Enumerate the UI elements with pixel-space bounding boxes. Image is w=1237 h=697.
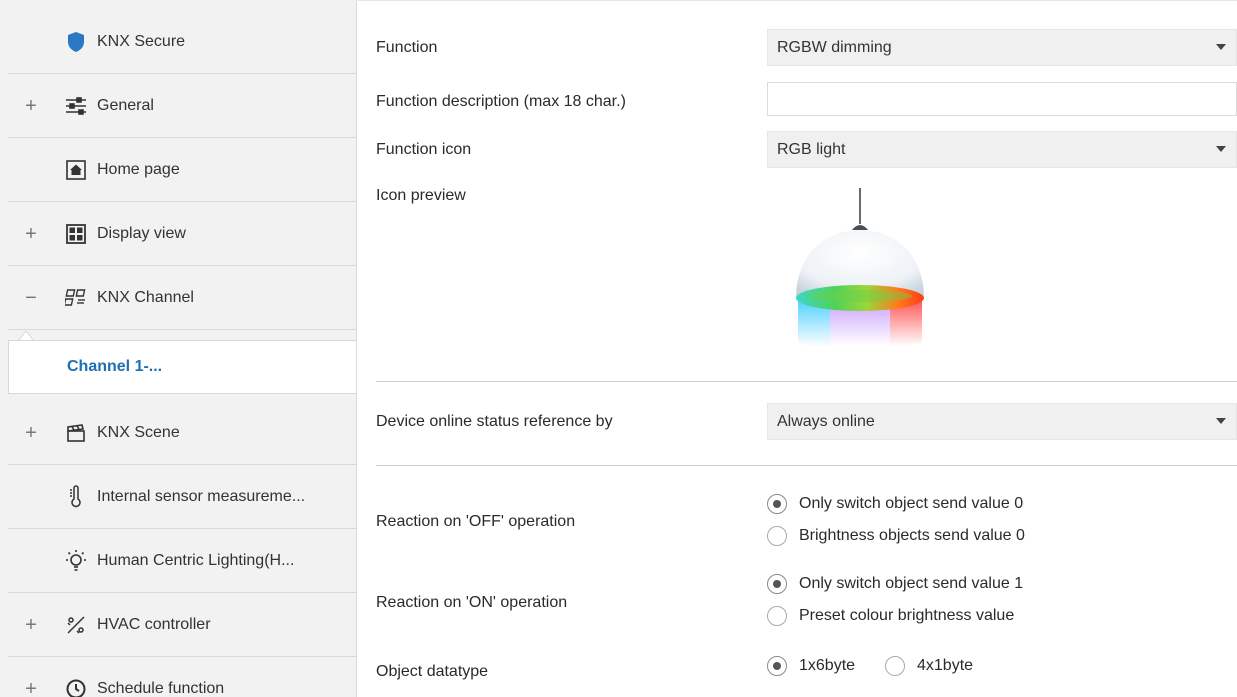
option-label: 1x6byte	[799, 657, 856, 674]
dropdown-arrow-icon	[1216, 44, 1226, 50]
function-label: Function	[376, 39, 438, 56]
option-label: Brightness objects send value 0	[799, 527, 1025, 544]
object-datatype-option-2[interactable]: 4x1byte	[885, 656, 973, 676]
sliders-icon	[63, 93, 89, 119]
reaction-on-option-2[interactable]: Preset colour brightness value	[767, 606, 1014, 626]
option-label: Only switch object send value 1	[799, 575, 1024, 592]
function-icon-value: RGB light	[777, 140, 846, 158]
collapse-icon[interactable]: −	[22, 288, 40, 308]
online-status-value: Always online	[777, 412, 875, 430]
parameter-panel: Function RGBW dimming Function descripti…	[358, 0, 1237, 697]
shield-icon	[63, 29, 89, 55]
hvac-icon	[63, 612, 89, 638]
function-icon-label: Function icon	[376, 141, 472, 158]
option-label: Only switch object send value 0	[799, 495, 1024, 512]
icon-preview-label: Icon preview	[376, 187, 466, 204]
clapperboard-icon	[63, 420, 89, 446]
sidebar-item-label: Human Centric Lighting(H...	[97, 551, 295, 569]
expand-icon[interactable]: +	[22, 423, 40, 443]
sidebar-item-label: HVAC controller	[97, 615, 211, 633]
channel-icon	[63, 285, 89, 311]
sidebar-item-label: Home page	[97, 160, 180, 178]
section-divider	[376, 381, 1237, 382]
sidebar-item-general[interactable]: + General	[8, 74, 356, 138]
function-value: RGBW dimming	[777, 38, 892, 56]
sidebar-item-label: Schedule function	[97, 679, 225, 697]
sidebar-item-channel-1[interactable]: Channel 1-...	[8, 340, 356, 394]
sidebar: KNX Secure + General Home page + Display…	[0, 0, 357, 697]
online-status-label: Device online status reference by	[376, 413, 613, 430]
sidebar-item-label: General	[97, 96, 154, 114]
sidebar-item-label: KNX Channel	[97, 288, 194, 306]
sidebar-item-label: KNX Secure	[97, 32, 186, 50]
reaction-off-label: Reaction on 'OFF' operation	[376, 513, 576, 530]
reaction-off-option-1[interactable]: Only switch object send value 0	[767, 494, 1023, 514]
option-label: Preset colour brightness value	[799, 607, 1015, 624]
sidebar-item-internal-sensor[interactable]: Internal sensor measureme...	[8, 465, 356, 529]
online-status-select[interactable]: Always online	[767, 403, 1237, 440]
radio-button-selected[interactable]	[767, 494, 787, 514]
sidebar-item-hvac-controller[interactable]: + HVAC controller	[8, 593, 356, 657]
object-datatype-option-1[interactable]: 1x6byte	[767, 656, 855, 676]
sidebar-item-human-centric-lighting[interactable]: Human Centric Lighting(H...	[8, 529, 356, 593]
expand-icon[interactable]: +	[22, 224, 40, 244]
radio-button[interactable]	[767, 606, 787, 626]
expand-icon[interactable]: +	[22, 96, 40, 116]
object-datatype-label: Object datatype	[376, 663, 489, 680]
radio-button-selected[interactable]	[767, 574, 787, 594]
grid-icon	[63, 221, 89, 247]
sidebar-item-home-page[interactable]: Home page	[8, 138, 356, 202]
rgb-pendant-lamp-icon	[768, 186, 948, 351]
sidebar-item-label: KNX Scene	[97, 423, 180, 441]
reaction-off-option-2[interactable]: Brightness objects send value 0	[767, 526, 1025, 546]
reaction-on-label: Reaction on 'ON' operation	[376, 594, 568, 611]
clock-icon	[63, 676, 89, 697]
section-divider	[376, 465, 1237, 466]
sidebar-item-label: Channel 1-...	[67, 358, 163, 375]
sidebar-item-display-view[interactable]: + Display view	[8, 202, 356, 266]
dropdown-arrow-icon	[1216, 418, 1226, 424]
home-icon	[63, 157, 89, 183]
sidebar-item-knx-channel[interactable]: − KNX Channel	[8, 266, 356, 330]
sidebar-item-knx-secure[interactable]: KNX Secure	[8, 10, 356, 74]
thermometer-icon	[63, 484, 89, 510]
function-description-input[interactable]	[767, 82, 1237, 116]
option-label: 4x1byte	[917, 657, 974, 674]
sidebar-item-schedule-function[interactable]: + Schedule function	[8, 657, 356, 697]
function-icon-select[interactable]: RGB light	[767, 131, 1237, 168]
dropdown-arrow-icon	[1216, 146, 1226, 152]
radio-button[interactable]	[885, 656, 905, 676]
sidebar-item-label: Display view	[97, 224, 186, 242]
radio-button[interactable]	[767, 526, 787, 546]
function-description-label: Function description (max 18 char.)	[376, 93, 626, 110]
expand-icon[interactable]: +	[22, 679, 40, 697]
radio-button-selected[interactable]	[767, 656, 787, 676]
function-select[interactable]: RGBW dimming	[767, 29, 1237, 66]
sidebar-item-label: Internal sensor measureme...	[97, 487, 306, 505]
expand-icon[interactable]: +	[22, 615, 40, 635]
reaction-on-option-1[interactable]: Only switch object send value 1	[767, 574, 1023, 594]
sidebar-item-knx-scene[interactable]: + KNX Scene	[8, 401, 356, 465]
lightbulb-icon	[63, 548, 89, 574]
